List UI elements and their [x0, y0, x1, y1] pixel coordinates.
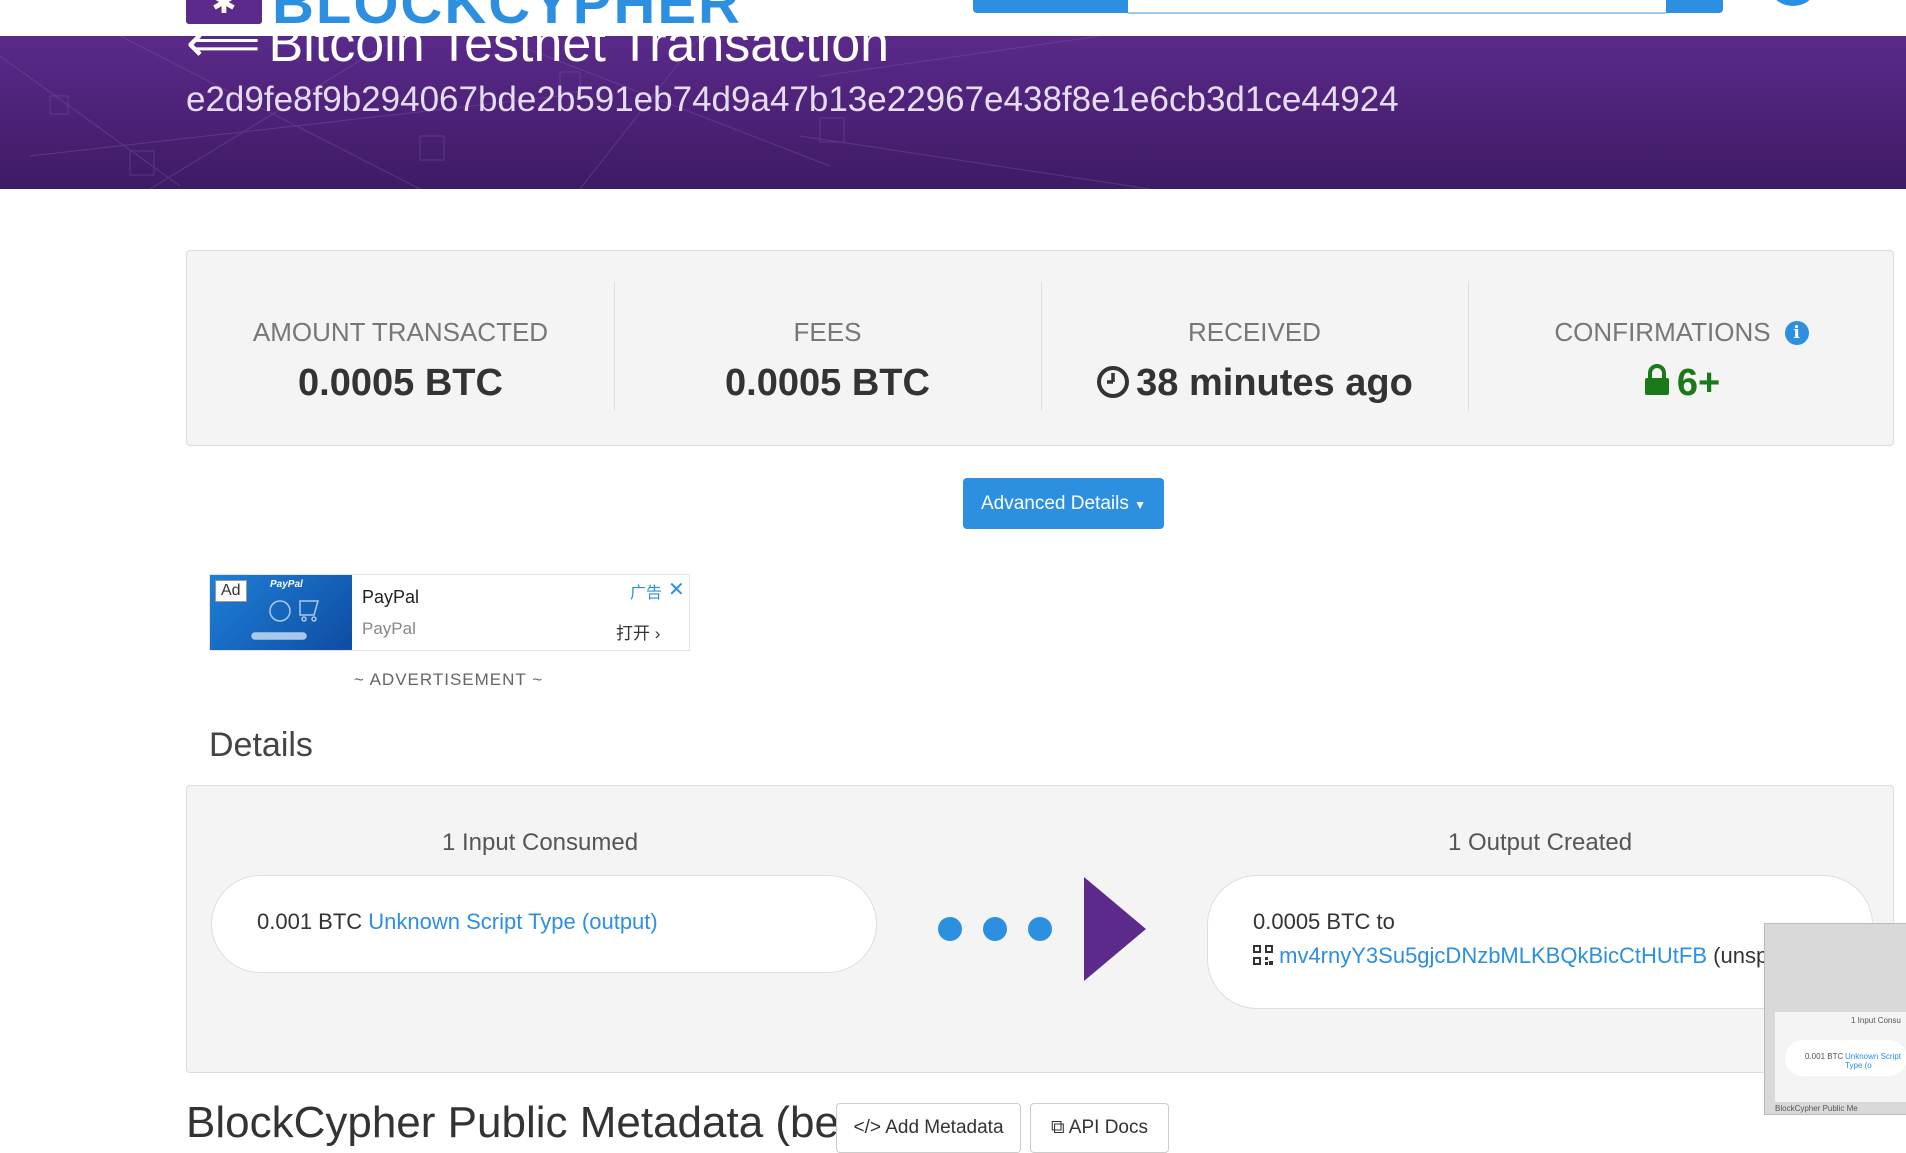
close-icon[interactable]: ✕ [668, 577, 685, 602]
lock-icon [1644, 364, 1669, 395]
ad-image[interactable]: Ad PayPal [210, 575, 352, 650]
ad-open-button[interactable]: 打开 › [616, 619, 660, 644]
thumbnail-input-amount: 0.001 BTC [1805, 1052, 1844, 1061]
input-amount: 0.001 BTC [257, 909, 363, 934]
logo-text[interactable]: BLOCKCYPHER [272, 0, 742, 36]
stat-amount: AMOUNT TRANSACTED 0.0005 BTC [187, 281, 614, 411]
input-script-type-link[interactable]: Unknown Script Type [368, 909, 575, 934]
thumbnail-input-item: 0.001 BTC Unknown Script Type (o [1785, 1040, 1906, 1076]
info-icon[interactable]: i [1784, 321, 1809, 345]
flow-dot-icon [938, 917, 962, 941]
received-value: 38 minutes ago [1041, 362, 1468, 405]
stat-fees: FEES 0.0005 BTC [614, 281, 1041, 411]
code-icon: </> [853, 1117, 881, 1138]
search-button[interactable] [1666, 0, 1723, 13]
stat-received: RECEIVED 38 minutes ago [1041, 281, 1468, 411]
confirmations-label-text: CONFIRMATIONS [1554, 317, 1771, 347]
ad-caption: ~ ADVERTISEMENT ~ [353, 670, 544, 689]
details-panel: 1 Input Consumed 1 Output Created 0.001 … [186, 785, 1894, 1073]
amount-label: AMOUNT TRANSACTED [252, 317, 549, 347]
hero-banner: ⟸ Bitcoin Testnet Transaction e2d9fe8f9b2… [0, 36, 1906, 189]
output-to-label: to [1376, 909, 1395, 934]
amount-value: 0.0005 BTC [298, 362, 503, 404]
thumbnail-inputs-heading: 1 Input Consu [1851, 1016, 1901, 1025]
caret-down-icon: ▼ [1134, 497, 1147, 512]
fees-value: 0.0005 BTC [725, 362, 930, 404]
advertisement[interactable]: Ad PayPal PayPal PayPal 广告 ✕ 打开 › [209, 574, 690, 651]
ad-open-label: 打开 [616, 624, 650, 643]
output-status: (unsp [1713, 943, 1769, 968]
details-heading: Details [209, 726, 313, 764]
user-avatar-icon[interactable] [1773, 0, 1813, 6]
qr-code-icon[interactable] [1253, 945, 1273, 965]
input-item: 0.001 BTC Unknown Script Type (output) [211, 875, 877, 973]
api-docs-button[interactable]: ⧉ API Docs [1030, 1103, 1169, 1153]
add-metadata-label: Add Metadata [885, 1117, 1004, 1138]
confirmations-count: 6+ [1676, 362, 1721, 404]
flow-arrow-icon [1084, 877, 1146, 981]
transaction-hash: e2d9fe8f9b294067bde2b591eb74d9a47b13e229… [186, 80, 1399, 119]
thumbnail-footer: BlockCypher Public Me [1775, 1104, 1858, 1113]
search-type-button[interactable] [973, 0, 1128, 13]
search-input[interactable] [1128, 0, 1666, 14]
flow-dot-icon [1028, 917, 1052, 941]
received-time-text: 38 minutes ago [1136, 362, 1413, 404]
inputs-heading: 1 Input Consumed [441, 829, 639, 856]
page-thumbnail-preview[interactable]: 1 Input Consu 0.001 BTC Unknown Script T… [1764, 923, 1906, 1115]
confirmations-label: CONFIRMATIONS i [1468, 317, 1895, 348]
api-docs-label: API Docs [1068, 1117, 1148, 1138]
output-address-link[interactable]: mv4rnyY3Su5gjcDNzbMLKBQkBicCtHUtFB [1279, 943, 1707, 968]
input-paren-open: ( [575, 909, 590, 934]
advanced-details-button[interactable]: Advanced Details ▼ [963, 478, 1164, 529]
confirmations-value: 6+ [1468, 362, 1895, 405]
add-metadata-button[interactable]: </> Add Metadata [836, 1103, 1021, 1153]
fees-label: FEES [793, 317, 862, 347]
flow-dot-icon [983, 917, 1007, 941]
outputs-heading: 1 Output Created [1447, 829, 1633, 856]
page-title-text: Bitcoin Testnet Transaction [268, 36, 890, 73]
ad-subtitle: PayPal [362, 619, 416, 638]
stat-confirmations: CONFIRMATIONS i 6+ [1468, 281, 1895, 411]
top-navbar: ✱ BLOCKCYPHER [0, 0, 1906, 36]
external-link-icon: ⧉ [1050, 1117, 1065, 1138]
ad-illustration-icon [251, 600, 319, 640]
page-title: ⟸ Bitcoin Testnet Transaction [186, 36, 889, 74]
input-paren-close: ) [650, 909, 658, 934]
input-output-link[interactable]: output [589, 909, 650, 934]
received-label: RECEIVED [1188, 317, 1321, 347]
thumbnail-input-type: Unknown Script Type (o [1845, 1052, 1902, 1070]
thumbnail-panel: 1 Input Consu 0.001 BTC Unknown Script T… [1775, 1012, 1906, 1102]
back-arrow-icon[interactable]: ⟸ [186, 36, 261, 73]
ad-title[interactable]: PayPal [362, 587, 419, 608]
ad-tag: 广告 [630, 585, 663, 602]
gear-icon: ✱ [211, 0, 237, 20]
output-amount: 0.0005 BTC [1253, 909, 1371, 934]
transaction-summary-panel: AMOUNT TRANSACTED 0.0005 BTC FEES 0.0005… [186, 250, 1894, 446]
chevron-right-icon: › [654, 624, 661, 643]
advanced-details-label: Advanced Details [980, 492, 1129, 514]
logo-icon[interactable]: ✱ [186, 0, 262, 24]
clock-icon [1097, 366, 1130, 398]
